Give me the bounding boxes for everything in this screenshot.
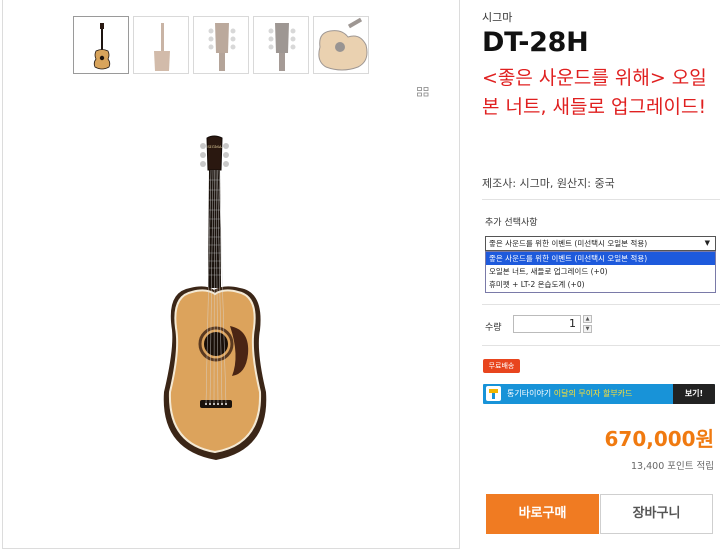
thumbnail-headstock-front[interactable] — [253, 16, 309, 74]
option-item[interactable]: 휴미펫 + LT-2 온습도계 (+0) — [486, 278, 715, 291]
option-select[interactable]: 좋은 사운드를 위한 이벤트 (미선택시 오일본 적용) ▼ — [485, 236, 716, 251]
thumbnail-front[interactable] — [73, 16, 129, 74]
increment-icon[interactable]: ▲ — [583, 315, 592, 323]
card-banner-text: 통기타이야기 이달의 무이자 할부카드 — [507, 384, 632, 404]
card-banner-view-button[interactable]: 보기! — [673, 384, 715, 404]
brand-name: 시그마 — [482, 11, 513, 24]
divider — [482, 304, 720, 305]
price: 670,000원 — [604, 427, 715, 451]
maker-origin: 제조사: 시그마, 원산지: 중국 — [482, 177, 615, 190]
divider — [482, 345, 720, 346]
thumbnail-strip — [73, 16, 369, 74]
product-title: DT-28H — [482, 27, 589, 58]
add-to-cart-button[interactable]: 장바구니 — [600, 494, 713, 534]
card-banner-highlight: 이달의 무이자 할부카드 — [553, 389, 633, 398]
store-logo-icon — [486, 386, 501, 401]
zoom-icon[interactable] — [417, 87, 429, 97]
option-select-value: 좋은 사운드를 위한 이벤트 (미선택시 오일본 적용) — [489, 239, 648, 248]
decrement-icon[interactable]: ▼ — [583, 325, 592, 333]
product-info-panel: 시그마 DT-28H <좋은 사운드를 위해> 오일본 너트, 새들로 업그레이… — [482, 0, 722, 549]
reward-points: 13,400 포인트 적립 — [631, 461, 714, 472]
quantity-input[interactable]: 1 — [513, 315, 581, 333]
buy-now-button[interactable]: 바로구매 — [486, 494, 599, 534]
svg-text:SIGMA: SIGMA — [207, 144, 222, 149]
quantity-label: 수량 — [485, 323, 502, 333]
options-label: 추가 선택사항 — [485, 218, 538, 228]
thumbnail-side[interactable] — [133, 16, 189, 74]
thumbnail-headstock-back[interactable] — [193, 16, 249, 74]
thumbnail-body[interactable] — [313, 16, 369, 74]
product-gallery: SIGMA — [0, 0, 462, 549]
divider — [482, 199, 720, 200]
card-banner-brand: 통기타이야기 — [507, 389, 552, 398]
option-dropdown-list: 좋은 사운드를 위한 이벤트 (미선택시 오일본 적용) 오일본 너트, 새들로… — [485, 251, 716, 293]
free-shipping-badge: 무료배송 — [483, 359, 520, 373]
card-installment-banner[interactable]: 통기타이야기 이달의 무이자 할부카드 보기! — [483, 384, 715, 404]
option-item[interactable]: 오일본 너트, 새들로 업그레이드 (+0) — [486, 265, 715, 278]
option-item[interactable]: 좋은 사운드를 위한 이벤트 (미선택시 오일본 적용) — [486, 252, 715, 265]
promo-text: <좋은 사운드를 위해> 오일본 너트, 새들로 업그레이드! — [482, 67, 707, 118]
chevron-down-icon[interactable]: ▼ — [705, 237, 710, 250]
product-image: SIGMA — [150, 130, 300, 470]
quantity-stepper: ▲ ▼ — [583, 315, 592, 333]
